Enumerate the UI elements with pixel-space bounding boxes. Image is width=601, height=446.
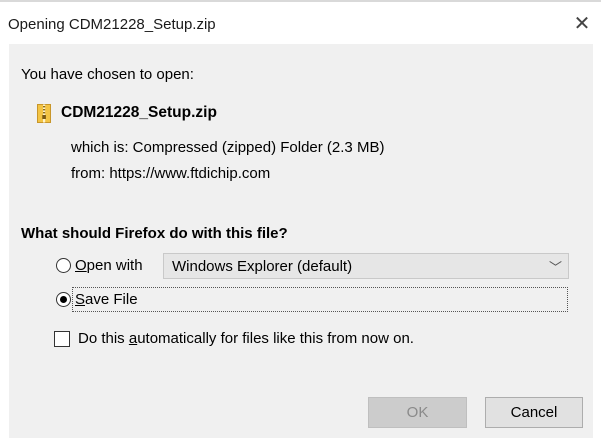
application-select[interactable]: Windows Explorer (default) ﹀: [163, 253, 569, 279]
auto-action-checkbox[interactable]: [54, 331, 70, 347]
ok-button[interactable]: OK: [368, 397, 467, 428]
save-file-focus-outline: [72, 287, 568, 312]
action-question: What should Firefox do with this file?: [21, 225, 288, 242]
auto-action-label[interactable]: Do this automatically for files like thi…: [78, 330, 414, 347]
save-file-radio[interactable]: [56, 292, 71, 307]
file-name: CDM21228_Setup.zip: [61, 104, 217, 121]
zip-folder-icon: [37, 104, 51, 123]
file-type-info: which is: Compressed (zipped) Folder (2.…: [71, 139, 385, 156]
save-file-label[interactable]: Save File: [75, 291, 138, 308]
open-with-mnemonic: O: [75, 257, 87, 274]
auto-label-pre: Do this: [78, 330, 129, 347]
title-bar: Opening CDM21228_Setup.zip ✕: [0, 2, 601, 42]
open-with-label-text: pen with: [86, 257, 143, 274]
cancel-button[interactable]: Cancel: [485, 397, 583, 428]
dialog-body: You have chosen to open: CDM21228_Setup.…: [9, 44, 593, 438]
intro-text: You have chosen to open:: [21, 66, 194, 83]
auto-label-mnemonic: a: [128, 330, 138, 347]
save-file-label-text: ave File: [85, 291, 138, 308]
dialog-title: Opening CDM21228_Setup.zip: [8, 16, 216, 33]
application-select-value: Windows Explorer (default): [172, 258, 353, 275]
chevron-down-icon: ﹀: [548, 260, 562, 275]
open-with-label[interactable]: Open with: [75, 257, 143, 274]
close-icon: ✕: [573, 12, 591, 35]
auto-label-post: utomatically for files like this from no…: [137, 330, 414, 347]
save-file-mnemonic: S: [75, 291, 86, 308]
file-source: from: https://www.ftdichip.com: [71, 165, 271, 182]
open-with-radio[interactable]: [56, 258, 71, 273]
close-button[interactable]: ✕: [565, 8, 599, 38]
